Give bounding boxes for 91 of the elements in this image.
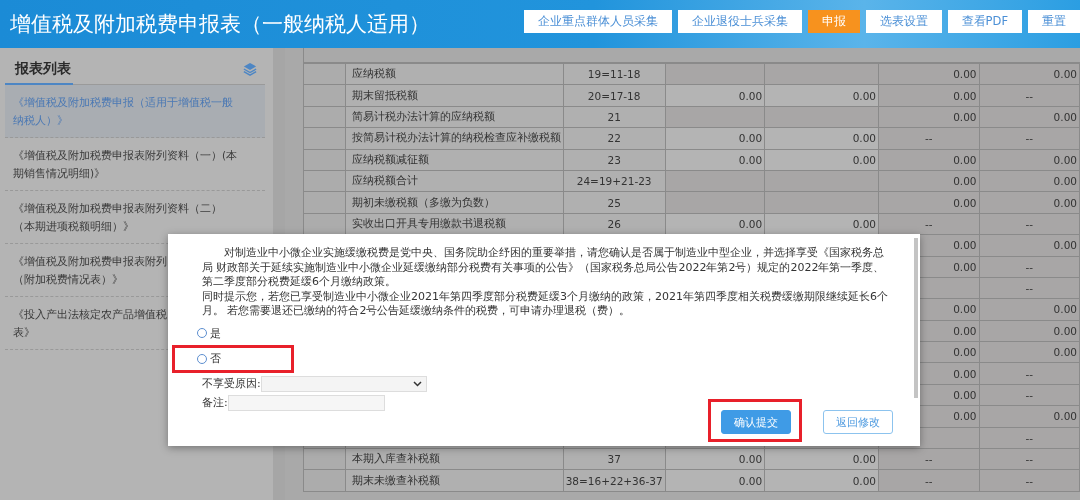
amount-cell: 0.00	[738, 474, 763, 487]
amount-cell: 0.00	[1053, 303, 1077, 316]
amount-cell: 0.00	[953, 239, 977, 252]
report-list-item[interactable]: 《增值税及附加税费申报表附列资料（一）(本 期销售情况明细)》	[5, 138, 265, 191]
amount-cell: 0.00	[1053, 153, 1077, 166]
amount-cell: 0.00	[953, 346, 977, 359]
amount-cell: 0.00	[1053, 239, 1077, 252]
line-number: 24=19+21-23	[576, 175, 652, 188]
amount-cell: 0.00	[953, 89, 977, 102]
note-input-field[interactable]	[227, 394, 385, 411]
amount-cell: 0.00	[953, 410, 977, 423]
page-title: 增值税及附加税费申报表（一般纳税人适用）	[10, 11, 430, 38]
amount-cell: 0.00	[1053, 110, 1077, 123]
amount-cell: 0.00	[953, 175, 977, 188]
row-label: 按简易计税办法计算的纳税检查应补缴税额	[351, 131, 561, 144]
amount-cell: 0.00	[1053, 324, 1077, 337]
sidebar-title: 报表列表	[15, 60, 71, 78]
row-label: 简易计税办法计算的应纳税额	[351, 109, 495, 122]
row-label: 期初未缴税额（多缴为负数）	[351, 195, 495, 208]
toolbar-button[interactable]: 选表设置	[865, 9, 942, 33]
return-button[interactable]: 返回修改	[823, 410, 893, 434]
row-label: 期末未缴查补税额	[351, 473, 440, 486]
scrollbar[interactable]	[914, 238, 918, 398]
amount-cell: 0.00	[852, 153, 877, 166]
amount-cell: 0.00	[852, 453, 877, 466]
amount-cell: 0.00	[852, 132, 877, 145]
amount-cell: --	[1025, 217, 1034, 230]
line-number: 26	[607, 217, 621, 230]
amount-cell: 0.00	[953, 196, 977, 209]
chevron-down-icon	[412, 380, 422, 387]
amount-cell: 0.00	[1053, 196, 1077, 209]
amount-cell: 0.00	[953, 367, 977, 380]
field-label: 不享受原因:	[202, 376, 261, 391]
line-number: 25	[607, 196, 621, 209]
amount-cell: 0.00	[1053, 68, 1077, 81]
line-number: 22	[607, 132, 621, 145]
amount-cell: 0.00	[1053, 175, 1077, 188]
amount-cell: 0.00	[852, 217, 877, 230]
amount-cell: --	[1025, 260, 1034, 273]
line-number: 38=16+22+36-37	[565, 474, 663, 487]
amount-cell: --	[925, 453, 933, 466]
toolbar-button[interactable]: 申报	[807, 9, 860, 33]
reason-dropdown[interactable]	[260, 375, 427, 392]
amount-cell: --	[1025, 367, 1034, 380]
line-number: 37	[607, 453, 621, 466]
line-number: 20=17-18	[587, 89, 641, 102]
row-label: 本期入库查补税额	[351, 452, 440, 465]
amount-cell: 0.00	[738, 453, 763, 466]
toolbar-button[interactable]: 查看PDF	[947, 9, 1022, 33]
amount-cell: 0.00	[852, 474, 877, 487]
toolbar-button[interactable]: 企业重点群体人员采集	[523, 9, 672, 33]
row-label: 应纳税额	[351, 67, 396, 80]
row-label: 期末留抵税额	[351, 88, 418, 101]
amount-cell: 0.00	[738, 217, 763, 230]
amount-cell: --	[1025, 132, 1034, 145]
amount-cell: 0.00	[738, 132, 763, 145]
amount-cell: --	[1025, 282, 1034, 295]
amount-cell: 0.00	[1053, 410, 1077, 423]
amount-cell: 0.00	[953, 324, 977, 337]
amount-cell: --	[1025, 453, 1034, 466]
amount-cell: --	[1025, 474, 1034, 487]
amount-cell: --	[1025, 389, 1034, 402]
amount-cell: 0.00	[852, 89, 877, 102]
field-label: 备注:	[202, 395, 228, 410]
line-number: 19=11-18	[587, 68, 641, 81]
amount-cell: 0.00	[953, 260, 977, 273]
amount-cell: 0.00	[953, 110, 977, 123]
row-label: 实收出口开具专用缴款书退税额	[351, 216, 506, 229]
amount-cell: 0.00	[953, 303, 977, 316]
amount-cell: --	[925, 217, 933, 230]
line-number: 23	[607, 153, 621, 166]
amount-cell: 0.00	[953, 153, 977, 166]
layers-icon[interactable]	[243, 62, 257, 76]
report-list-item[interactable]: 《增值税及附加税费申报（适用于增值税一般 纳税人）》	[5, 85, 265, 138]
amount-cell: --	[925, 474, 933, 487]
toolbar-button[interactable]: 企业退役士兵采集	[677, 9, 802, 33]
row-label: 应纳税额合计	[351, 174, 418, 187]
amount-cell: --	[1025, 89, 1034, 102]
amount-cell: 0.00	[953, 389, 977, 402]
amount-cell: 0.00	[1053, 346, 1077, 359]
confirm-button[interactable]: 确认提交	[721, 410, 791, 434]
amount-cell: 0.00	[738, 89, 763, 102]
radio-option[interactable]: 是	[197, 325, 221, 341]
amount-cell: --	[1025, 431, 1034, 444]
toolbar-button[interactable]: 重置	[1028, 9, 1080, 33]
amount-cell: 0.00	[953, 68, 977, 81]
amount-cell: 0.00	[738, 153, 763, 166]
line-number: 21	[607, 110, 621, 123]
row-label: 应纳税额减征额	[351, 152, 429, 165]
amount-cell: --	[925, 132, 933, 145]
radio-option[interactable]: 否	[197, 351, 221, 366]
